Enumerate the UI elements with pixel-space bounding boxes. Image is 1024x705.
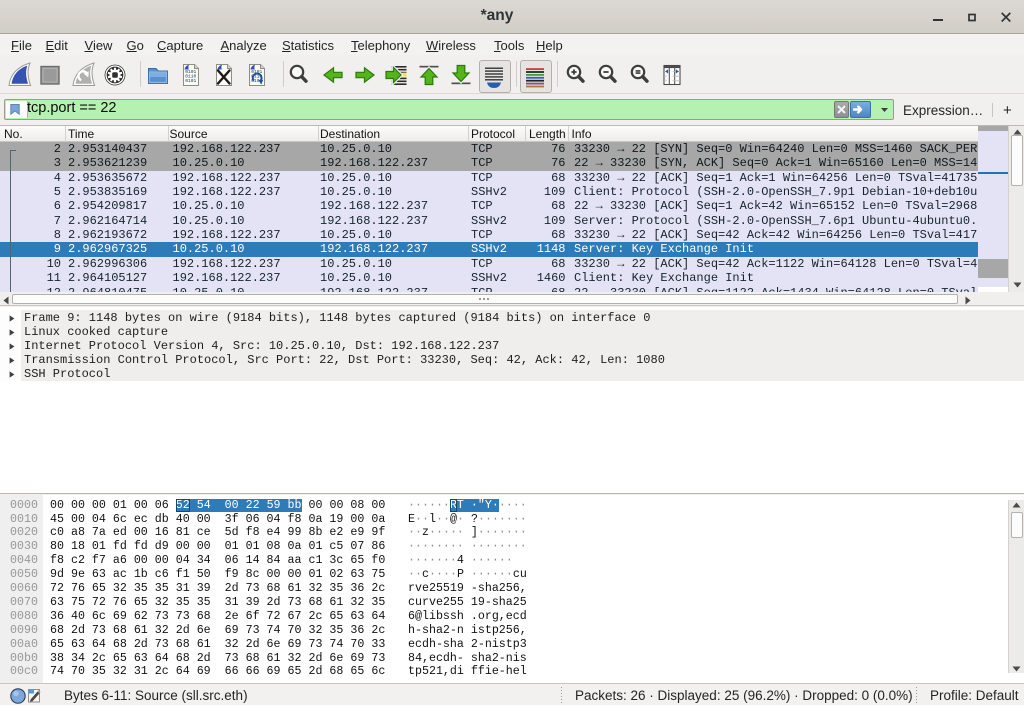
svg-text:0101: 0101 xyxy=(185,78,196,84)
